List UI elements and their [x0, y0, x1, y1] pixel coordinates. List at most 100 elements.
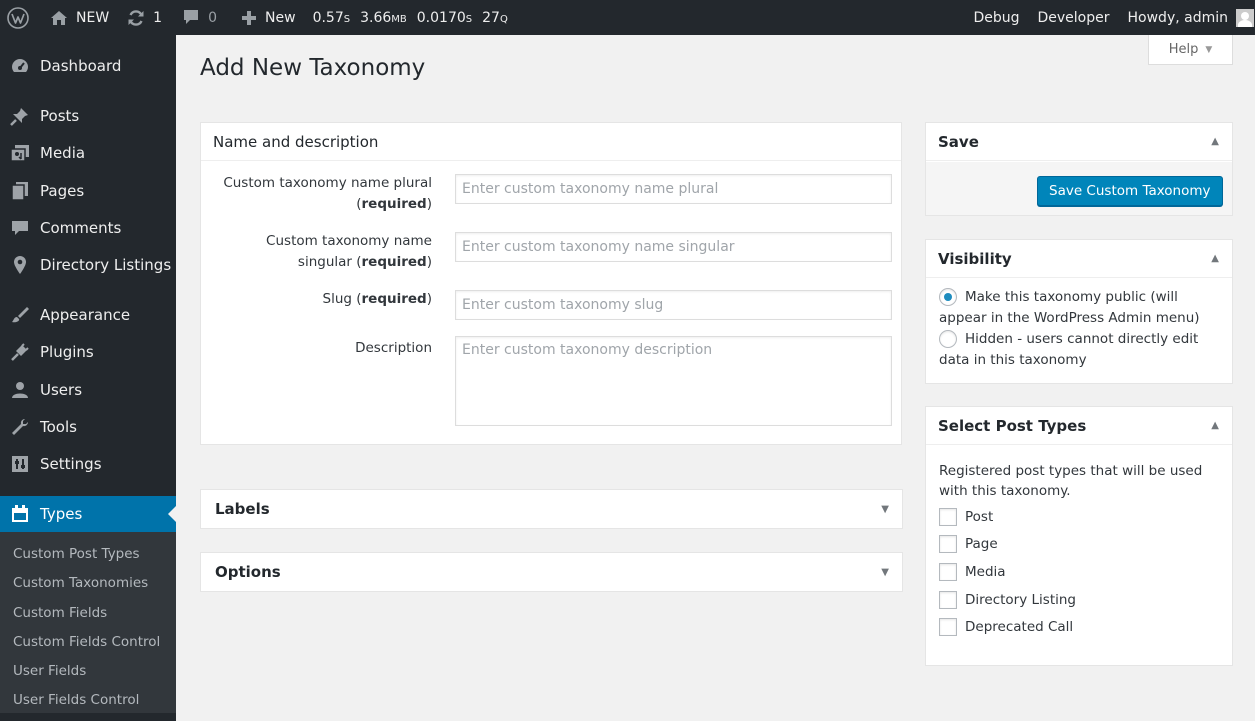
- toggle-up-icon[interactable]: ▲: [1211, 420, 1219, 431]
- sidebar-item-plugins[interactable]: Plugins: [0, 334, 176, 370]
- post-type-option-page[interactable]: Page: [939, 535, 998, 553]
- query-monitor-stats[interactable]: 0.57S 3.66MB 0.0170S 27Q: [304, 0, 521, 35]
- sidebar-item-tools[interactable]: Tools: [0, 409, 176, 445]
- help-tab-button[interactable]: Help ▼: [1148, 35, 1233, 65]
- checkbox[interactable]: [939, 591, 957, 609]
- toggle-up-icon[interactable]: ▲: [1211, 136, 1219, 147]
- sidebar-item-label: Users: [40, 381, 83, 399]
- sidebar-item-types[interactable]: Types: [0, 496, 176, 532]
- visibility-public-option[interactable]: Make this taxonomy public (will appear i…: [939, 287, 1219, 329]
- sidebar-item-users[interactable]: Users: [0, 372, 176, 408]
- save-header: Save ▲: [926, 123, 1232, 161]
- sidebar-item-label: Settings: [40, 455, 102, 473]
- submenu-user-fields-control[interactable]: User Fields Control: [13, 692, 139, 708]
- account-menu[interactable]: Howdy, admin: [1119, 0, 1255, 35]
- home-icon: [50, 10, 68, 26]
- post-types-box: Select Post Types ▲ Registered post type…: [925, 406, 1233, 666]
- sidebar-item-pages[interactable]: Pages: [0, 173, 176, 209]
- singular-name-label: Custom taxonomy name singular (required): [266, 233, 432, 270]
- sidebar-item-label: Types: [40, 505, 83, 523]
- submenu-custom-post-types[interactable]: Custom Post Types: [13, 546, 140, 562]
- public-radio[interactable]: [939, 288, 957, 306]
- labels-header: Labels ▼: [215, 500, 889, 518]
- sidebar-item-label: Media: [40, 144, 86, 162]
- sidebar-item-label: Directory Listings: [40, 256, 172, 274]
- hidden-radio[interactable]: [939, 330, 957, 348]
- debug-menu[interactable]: Debug: [964, 0, 1028, 35]
- updates-count: 1: [153, 9, 163, 26]
- updates-icon: [127, 9, 145, 27]
- checkbox[interactable]: [939, 618, 957, 636]
- types-submenu: Custom Post Types Custom Taxonomies Cust…: [0, 532, 176, 713]
- sidebar-item-label: Comments: [40, 219, 122, 237]
- sidebar-item-label: Dashboard: [40, 57, 122, 75]
- calendar-icon: [10, 504, 30, 524]
- post-type-option-post[interactable]: Post: [939, 508, 993, 526]
- sidebar-item-posts[interactable]: Posts: [0, 98, 176, 134]
- name-description-header: Name and description: [201, 123, 901, 161]
- post-types-header: Select Post Types ▲: [926, 407, 1232, 445]
- post-type-option-deprecated-call[interactable]: Deprecated Call: [939, 618, 1073, 636]
- page-title: Add New Taxonomy: [200, 55, 426, 81]
- sidebar-item-dashboard[interactable]: Dashboard: [0, 48, 176, 84]
- submenu-custom-taxonomies[interactable]: Custom Taxonomies: [13, 575, 148, 591]
- location-icon: [10, 255, 30, 275]
- checkbox[interactable]: [939, 535, 957, 553]
- visibility-hidden-option[interactable]: Hidden - users cannot directly edit data…: [939, 329, 1219, 371]
- post-types-description: Registered post types that will be used …: [939, 463, 1203, 499]
- sidebar-item-directory-listings[interactable]: Directory Listings: [0, 247, 176, 283]
- sidebar-item-label: Pages: [40, 182, 85, 200]
- visibility-box: Visibility ▲ Make this taxonomy public (…: [925, 239, 1233, 384]
- options-box[interactable]: Options ▼: [200, 552, 903, 592]
- comment-icon: [10, 218, 30, 238]
- wordpress-logo-icon: [7, 6, 29, 29]
- comments-count: 0: [208, 9, 218, 26]
- brush-icon: [10, 305, 30, 325]
- plural-name-input[interactable]: [455, 174, 892, 204]
- save-custom-taxonomy-button[interactable]: Save Custom Taxonomy: [1037, 176, 1223, 206]
- sidebar-item-comments[interactable]: Comments: [0, 210, 176, 246]
- name-description-box: Name and description Custom taxonomy nam…: [200, 122, 902, 445]
- post-type-option-directory-listing[interactable]: Directory Listing: [939, 591, 1076, 609]
- plus-icon: [241, 10, 257, 26]
- dashboard-icon: [10, 56, 30, 76]
- new-content-link[interactable]: New: [225, 0, 304, 35]
- help-label: Help: [1168, 42, 1199, 57]
- plug-icon: [10, 342, 30, 362]
- wrench-icon: [10, 417, 30, 437]
- save-box: Save ▲ Save Custom Taxonomy: [925, 122, 1233, 216]
- sidebar-item-label: Plugins: [40, 343, 94, 361]
- wordpress-logo-menu[interactable]: [0, 0, 37, 35]
- comments-link[interactable]: 0: [170, 0, 225, 35]
- checkbox[interactable]: [939, 563, 957, 581]
- pin-icon: [10, 106, 30, 126]
- singular-name-input[interactable]: [455, 232, 892, 262]
- toggle-down-icon[interactable]: ▼: [881, 504, 889, 515]
- toggle-up-icon[interactable]: ▲: [1211, 253, 1219, 264]
- query-time: 0.0170S: [416, 9, 473, 26]
- sidebar-item-appearance[interactable]: Appearance: [0, 297, 176, 333]
- user-icon: [10, 380, 30, 400]
- description-textarea[interactable]: [455, 336, 892, 426]
- caret-down-icon: ▼: [1205, 44, 1213, 55]
- toggle-down-icon[interactable]: ▼: [881, 567, 889, 578]
- labels-box[interactable]: Labels ▼: [200, 489, 903, 529]
- sidebar-item-label: Tools: [40, 418, 77, 436]
- admin-bar: NEW 1 0 New 0.57S 3.66MB 0.0170S 27Q Deb…: [0, 0, 1255, 35]
- site-name-link[interactable]: NEW: [37, 0, 117, 35]
- new-label: New: [265, 9, 296, 26]
- submenu-user-fields[interactable]: User Fields: [13, 663, 86, 679]
- submenu-custom-fields-control[interactable]: Custom Fields Control: [13, 634, 160, 650]
- sidebar-item-settings[interactable]: Settings: [0, 446, 176, 482]
- developer-menu[interactable]: Developer: [1029, 0, 1119, 35]
- sidebar-item-label: Posts: [40, 107, 80, 125]
- submenu-custom-fields[interactable]: Custom Fields: [13, 605, 107, 621]
- sidebar-item-label: Appearance: [40, 306, 131, 324]
- page-generation-time: 0.57S: [312, 9, 351, 26]
- slug-input[interactable]: [455, 290, 892, 320]
- post-type-option-media[interactable]: Media: [939, 563, 1006, 581]
- sidebar-item-media[interactable]: Media: [0, 135, 176, 171]
- howdy-label: Howdy, admin: [1127, 9, 1228, 26]
- checkbox[interactable]: [939, 508, 957, 526]
- updates-link[interactable]: 1: [117, 0, 170, 35]
